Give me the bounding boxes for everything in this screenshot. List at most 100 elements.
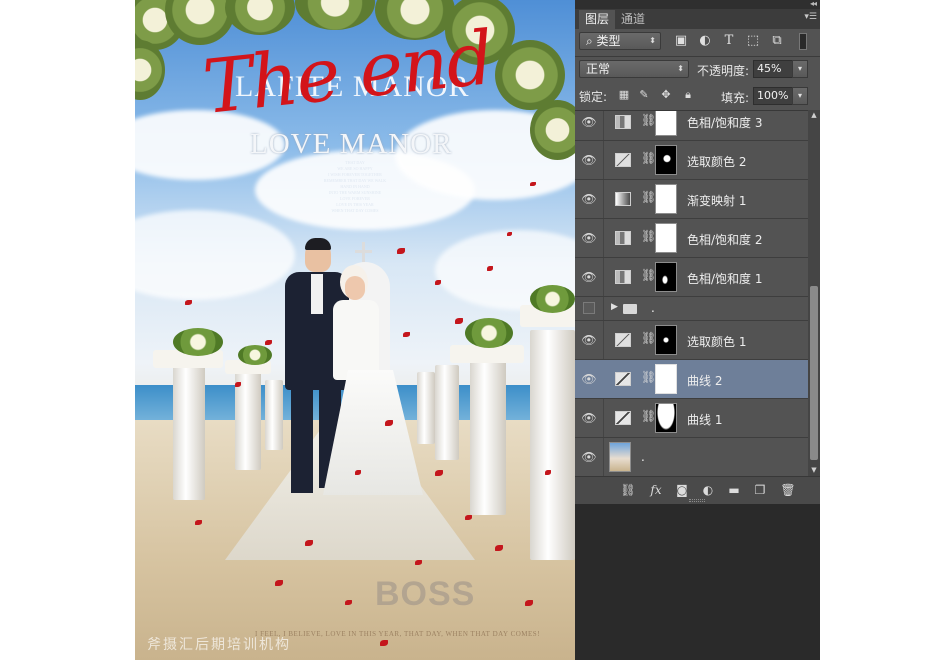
layer-name: 渐变映射 1 xyxy=(687,194,747,208)
rose-petal xyxy=(355,470,361,475)
lock-position-icon[interactable]: ✥ xyxy=(659,87,673,103)
fill-input[interactable]: 100% xyxy=(753,87,793,105)
tab-channels[interactable]: 通道 xyxy=(615,10,651,29)
curves-icon xyxy=(615,411,631,425)
add-mask-icon[interactable]: ◙ xyxy=(673,481,691,499)
scroll-down-arrow-icon[interactable]: ▼ xyxy=(808,465,820,476)
title-love-manor: LOVE MANOR xyxy=(250,128,453,160)
layer-name: 曲线 2 xyxy=(687,374,723,388)
link-layers-icon[interactable]: ⛓︎ xyxy=(619,481,637,499)
eye-icon[interactable]: 👁︎ xyxy=(575,115,603,129)
chain-link-icon[interactable]: ⛓︎ xyxy=(641,190,656,204)
eye-icon[interactable]: 👁︎ xyxy=(575,372,603,386)
filter-toggle[interactable] xyxy=(799,33,807,50)
opacity-input[interactable]: 45% xyxy=(753,60,793,78)
lock-label: 锁定: xyxy=(579,90,608,104)
smart-object-filter-icon[interactable]: ⧉ xyxy=(767,31,787,51)
layer-row[interactable]: 👁︎ ⛓︎ 选取颜色 1 xyxy=(575,321,808,360)
chain-link-icon[interactable]: ⛓︎ xyxy=(641,409,656,423)
layer-name: . xyxy=(641,450,645,464)
adjustment-filter-icon[interactable]: ◐ xyxy=(695,31,715,51)
opacity-slider-button[interactable]: ▾ xyxy=(792,60,808,78)
new-layer-icon[interactable]: ❐ xyxy=(751,481,769,499)
shape-filter-icon[interactable]: ⬚ xyxy=(743,31,763,51)
layer-mask-thumbnail[interactable] xyxy=(655,364,677,394)
hue-saturation-icon xyxy=(615,231,631,245)
eye-icon[interactable]: 👁︎ xyxy=(575,333,603,347)
adjustment-icon[interactable]: ◐ xyxy=(699,481,717,499)
scroll-up-arrow-icon[interactable]: ▲ xyxy=(808,110,820,121)
chain-link-icon[interactable]: ⛓︎ xyxy=(641,268,656,282)
chain-link-icon[interactable]: ⛓︎ xyxy=(641,370,656,384)
panel-menu-icon[interactable]: ▾☰ xyxy=(804,12,817,22)
eye-icon[interactable]: 👁︎ xyxy=(575,450,603,464)
filter-kind-label: 类型 xyxy=(596,34,621,48)
eye-icon[interactable]: 👁︎ xyxy=(575,411,603,425)
trash-icon[interactable]: 🗑︎ xyxy=(779,481,797,499)
layer-row[interactable]: 👁︎ . xyxy=(575,438,808,476)
chain-link-icon[interactable]: ⛓︎ xyxy=(641,113,656,127)
updown-arrows-icon: ⬍ xyxy=(649,36,656,45)
flower-garland xyxy=(225,0,295,35)
layer-row[interactable]: 👁︎ ⛓︎ 选取颜色 2 xyxy=(575,141,808,180)
rose-petal xyxy=(403,332,410,337)
divider xyxy=(575,56,820,57)
wedding-photo: LAFITE MANOR The end LOVE MANOR THAT DAY… xyxy=(135,0,575,660)
layer-name: 选取颜色 2 xyxy=(687,155,747,169)
blend-mode-dropdown[interactable]: 正常 ⬍ xyxy=(579,60,689,78)
new-group-icon[interactable]: ▬ xyxy=(725,481,743,499)
eye-icon[interactable]: 👁︎ xyxy=(575,153,603,167)
chain-link-icon[interactable]: ⛓︎ xyxy=(641,331,656,345)
layer-row-selected[interactable]: 👁︎ ⛓︎ 曲线 2 xyxy=(575,360,808,399)
layer-mask-thumbnail[interactable] xyxy=(655,145,677,175)
chain-link-icon[interactable]: ⛓︎ xyxy=(641,229,656,243)
layers-scrollbar[interactable]: ▲ ▼ xyxy=(808,110,820,476)
layer-row[interactable]: 👁︎ ⛓︎ 渐变映射 1 xyxy=(575,180,808,219)
eye-icon[interactable]: 👁︎ xyxy=(575,231,603,245)
layer-mask-thumbnail[interactable] xyxy=(655,111,677,136)
lock-image-icon[interactable]: ✎ xyxy=(637,87,651,103)
rose-petal xyxy=(465,515,472,520)
scrollbar-thumb[interactable] xyxy=(810,286,818,460)
pixel-filter-icon[interactable]: ▣ xyxy=(671,31,691,51)
type-filter-icon[interactable]: T xyxy=(719,31,739,51)
rose-petal xyxy=(435,470,443,476)
layer-name: 选取颜色 1 xyxy=(687,335,747,349)
visibility-toggle-off[interactable] xyxy=(583,302,595,314)
rose-petal xyxy=(525,600,533,606)
image-thumbnail[interactable] xyxy=(609,442,631,472)
tab-layers[interactable]: 图层 xyxy=(579,10,616,29)
layer-group-row[interactable]: ▶ . xyxy=(575,297,808,321)
layer-mask-thumbnail[interactable] xyxy=(655,325,677,355)
chain-link-icon[interactable]: ⛓︎ xyxy=(641,151,656,165)
layer-row[interactable]: 👁︎ ⛓︎ 色相/饱和度 2 xyxy=(575,219,808,258)
collapse-panel-icon[interactable]: ◂◂ xyxy=(810,0,817,8)
rose-petal xyxy=(305,540,313,546)
lock-all-icon[interactable]: 🔒︎ xyxy=(681,87,695,103)
bottom-caption: I FEEL, I BELIEVE, LOVE IN THIS YEAR, TH… xyxy=(255,630,541,638)
layer-mask-thumbnail[interactable] xyxy=(655,262,677,292)
lock-transparent-icon[interactable]: ▦ xyxy=(617,87,631,103)
panel-tabs: 图层 通道 ▾☰ xyxy=(575,9,820,29)
filter-kind-dropdown[interactable]: ⌕ 类型 ⬍ xyxy=(579,32,661,50)
fx-icon[interactable]: fx xyxy=(647,481,665,499)
fill-slider-button[interactable]: ▾ xyxy=(792,87,808,105)
resize-grip[interactable] xyxy=(689,499,705,502)
flower-pot xyxy=(173,328,223,356)
pillar xyxy=(173,360,205,500)
rose-petal xyxy=(275,580,283,586)
layer-name: 色相/饱和度 2 xyxy=(687,233,763,247)
eye-icon[interactable]: 👁︎ xyxy=(575,192,603,206)
layer-row[interactable]: 👁︎ ⛓︎ 曲线 1 xyxy=(575,399,808,438)
hue-saturation-icon xyxy=(615,115,631,129)
layer-mask-thumbnail[interactable] xyxy=(655,223,677,253)
layer-mask-thumbnail[interactable] xyxy=(655,403,677,433)
pillar xyxy=(265,380,283,450)
layer-name: 曲线 1 xyxy=(687,413,723,427)
layer-mask-thumbnail[interactable] xyxy=(655,184,677,214)
eye-icon[interactable]: 👁︎ xyxy=(575,270,603,284)
flower-pot xyxy=(530,285,575,313)
layer-row[interactable]: 👁︎ ⛓︎ 色相/饱和度 1 xyxy=(575,258,808,297)
expand-arrow-icon[interactable]: ▶ xyxy=(611,302,618,312)
layer-row[interactable]: 👁︎ ⛓︎ 色相/饱和度 3 xyxy=(575,111,808,141)
